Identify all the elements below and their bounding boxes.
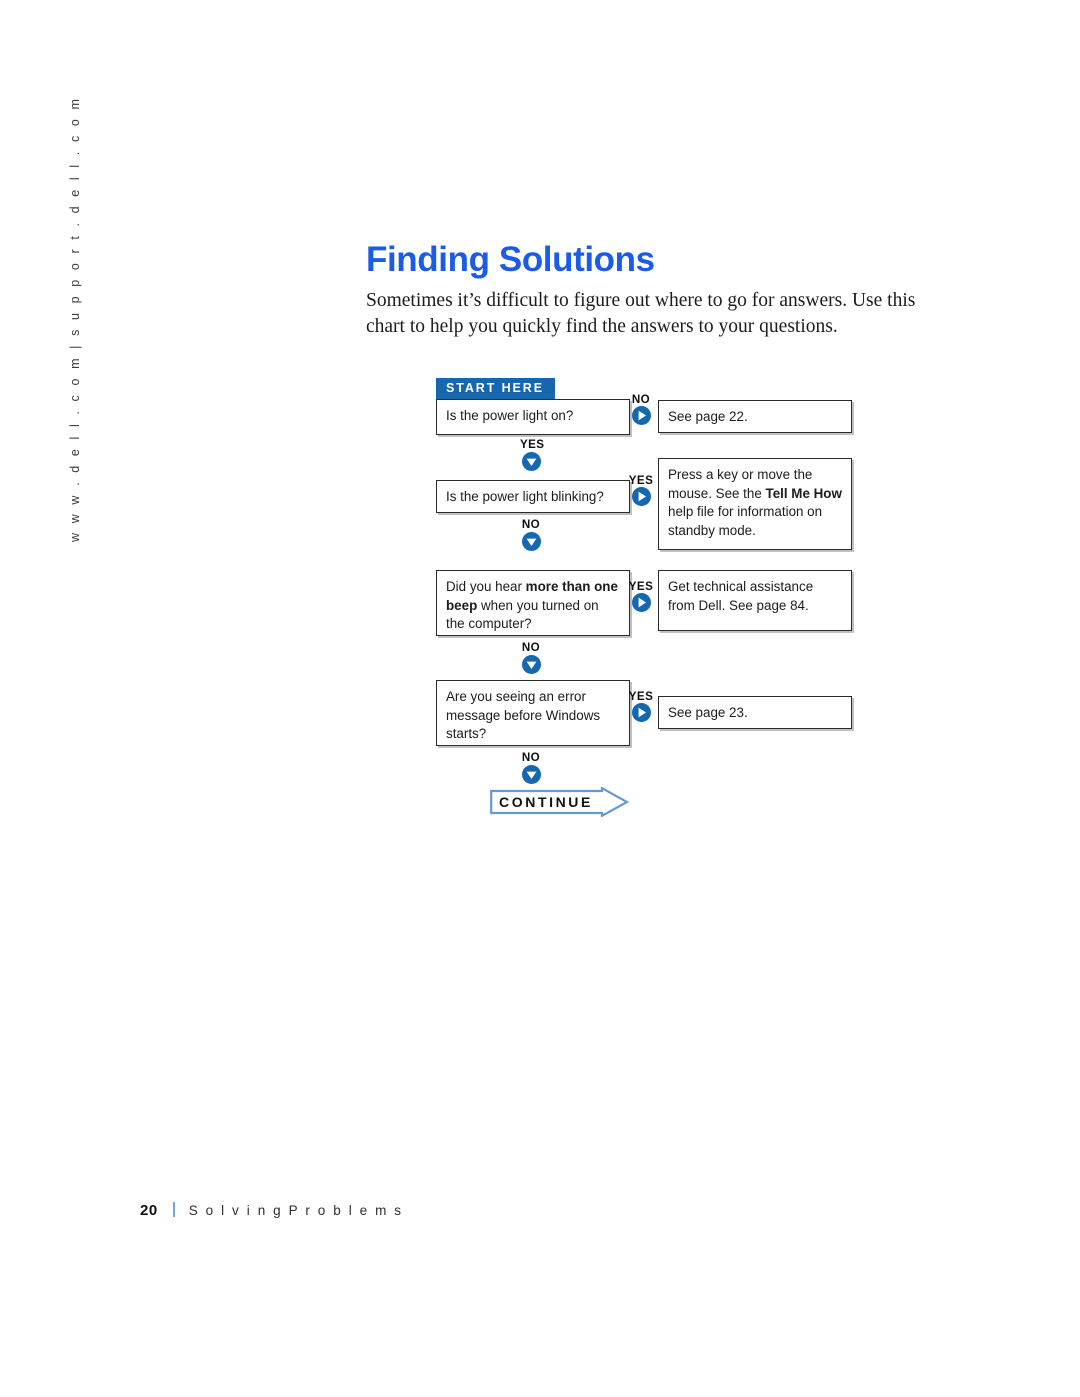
continue-label: CONTINUE xyxy=(499,794,593,810)
branch-label: YES xyxy=(628,690,654,703)
arrow-down-icon xyxy=(521,452,541,471)
question-text-part1: Did you hear xyxy=(446,579,526,594)
start-here-banner: START HERE xyxy=(436,378,555,399)
branch-label: NO xyxy=(631,393,651,406)
question-text: Is the power light on? xyxy=(446,408,574,423)
branch-label: YES xyxy=(520,438,545,451)
answer-text-bold: Tell Me How xyxy=(765,485,842,501)
branch-no-row4: NO xyxy=(520,752,542,784)
intro-paragraph: Sometimes it’s difficult to figure out w… xyxy=(366,290,916,337)
branch-yes-row1: YES xyxy=(520,438,545,471)
arrow-right-icon xyxy=(631,703,651,722)
answer-text: See page 22. xyxy=(668,409,748,424)
branch-label: NO xyxy=(521,751,541,764)
side-running-head: w w w . d e l l . c o m | s u p p o r t … xyxy=(0,96,150,560)
arrow-right-icon xyxy=(631,406,651,425)
answer-box-standby-mode: Press a key or move the mouse. See the T… xyxy=(658,458,852,550)
branch-label: NO xyxy=(521,518,541,531)
question-text: Are you seeing an error message before W… xyxy=(446,689,601,741)
arrow-right-icon xyxy=(631,487,651,506)
arrow-down-icon xyxy=(521,765,541,784)
branch-no-row1: NO xyxy=(626,394,656,425)
branch-yes-row4: YES xyxy=(626,691,656,722)
answer-box-see-page-23: See page 23. xyxy=(658,696,852,729)
answer-box-technical-assistance: Get technical assistance from Dell. See … xyxy=(658,570,852,631)
continue-banner: CONTINUE xyxy=(490,787,629,817)
side-running-head-text: w w w . d e l l . c o m | s u p p o r t … xyxy=(68,96,82,542)
branch-yes-row2: YES xyxy=(626,475,656,506)
answer-text-part2: help file for information on standby mod… xyxy=(668,504,823,538)
arrow-down-icon xyxy=(521,532,541,551)
question-box-error-message: Are you seeing an error message before W… xyxy=(436,680,630,746)
arrow-right-icon xyxy=(631,593,651,612)
branch-label: NO xyxy=(521,641,541,654)
answer-text: See page 23. xyxy=(668,705,748,720)
answer-text: Get technical assistance from Dell. See … xyxy=(668,579,814,613)
branch-no-row2: NO xyxy=(520,519,542,551)
question-box-power-light-blinking: Is the power light blinking? xyxy=(436,480,630,513)
branch-no-row3: NO xyxy=(520,642,542,674)
branch-yes-row3: YES xyxy=(626,581,656,612)
page-title: Finding Solutions xyxy=(366,240,655,279)
branch-label: YES xyxy=(628,474,654,487)
answer-box-see-page-22: See page 22. xyxy=(658,400,852,433)
question-box-more-than-one-beep: Did you hear more than one beep when you… xyxy=(436,570,630,636)
arrow-down-icon xyxy=(521,655,541,674)
branch-label: YES xyxy=(628,580,654,593)
question-box-power-light-on: Is the power light on? xyxy=(436,399,630,435)
question-text: Is the power light blinking? xyxy=(446,489,604,504)
page-number: 20 xyxy=(140,1202,158,1219)
footer-section-name: S o l v i n g P r o b l e m s xyxy=(188,1203,404,1218)
footer-separator xyxy=(172,1202,175,1217)
page-footer: 20 S o l v i n g P r o b l e m s xyxy=(140,1200,403,1219)
finding-solutions-flowchart: START HERE Is the power light on? NO See… xyxy=(436,378,866,823)
